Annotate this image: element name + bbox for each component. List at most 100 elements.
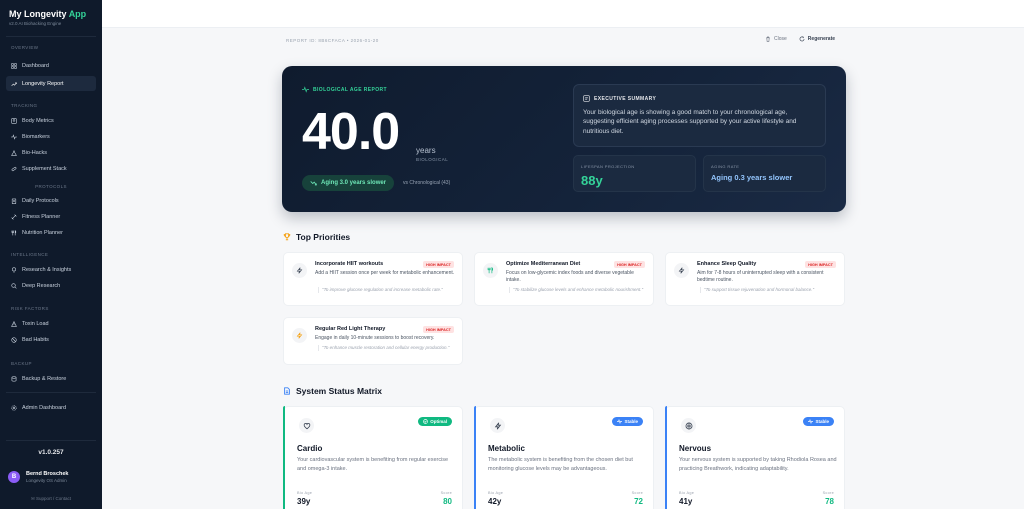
trending-up-icon: [11, 81, 17, 87]
scale-icon: [11, 117, 17, 124]
document-icon: [284, 387, 290, 395]
sidebar-item-label: Biomarkers: [22, 133, 50, 140]
aging-status-badge: Aging 3.0 years slower: [302, 175, 395, 191]
refresh-icon: [799, 36, 805, 42]
grid-icon: [11, 62, 17, 69]
trash-icon: [766, 36, 770, 42]
top-bar: [102, 0, 1024, 28]
user-name: Bernd Broschek: [26, 471, 69, 477]
sidebar-item-label: Supplement Stack: [22, 165, 67, 172]
activity-icon: [617, 419, 623, 424]
executive-summary-text: Your biological age is showing a good ma…: [583, 109, 797, 135]
aging-rate: Aging Rate Aging 0.3 years slower: [703, 155, 826, 192]
avatar: B: [8, 471, 20, 483]
priority-card[interactable]: Enhance Sleep Quality High Impact Aim fo…: [665, 252, 845, 306]
bio-age-label: Bio Age: [297, 491, 313, 495]
sidebar-item-toxin-load[interactable]: Toxin Load: [6, 316, 96, 331]
sidebar-item-label: Deep Research: [22, 282, 61, 289]
sidebar-item-backup-restore[interactable]: Backup & Restore: [6, 371, 96, 386]
sidebar-item-label: Daily Protocols: [22, 197, 59, 204]
priority-card[interactable]: Incorporate HIIT workouts High Impact Ad…: [283, 252, 463, 306]
divider: [6, 440, 96, 441]
sidebar-item-label: Fitness Planner: [22, 213, 61, 220]
sidebar-item-research-insights[interactable]: Research & Insights: [6, 262, 96, 277]
sidebar-item-bio-hacks[interactable]: Bio-Hacks: [6, 145, 96, 160]
sidebar-item-supplement-stack[interactable]: Supplement Stack: [6, 161, 96, 176]
priority-card[interactable]: Regular Red Light Therapy High Impact En…: [283, 317, 463, 365]
ban-icon: [11, 336, 17, 343]
user-profile[interactable]: B Bernd Broschek Longevity OS Admin: [8, 471, 69, 483]
system-name: Cardio: [297, 444, 323, 453]
app-subtitle: v2.0 AI Biohacking Engine: [9, 21, 62, 26]
lightning-icon: [678, 267, 685, 274]
stat-value: Aging 0.3 years slower: [711, 173, 793, 182]
score-value: 80: [443, 497, 452, 506]
priority-description: Focus on low-glycemic index foods and di…: [506, 270, 634, 283]
section-risk-factors: Risk Factors: [11, 306, 49, 311]
database-icon: [11, 375, 17, 382]
score-value: 72: [634, 497, 643, 506]
app-version: v1.0.257: [38, 449, 64, 456]
sidebar-item-nutrition-planner[interactable]: Nutrition Planner: [6, 225, 96, 240]
system-card-nervous[interactable]: Stable Nervous Your nervous system is su…: [665, 406, 845, 509]
sidebar-item-dashboard[interactable]: Dashboard: [6, 58, 96, 73]
lightning-icon: [494, 422, 501, 429]
sidebar-item-daily-protocols[interactable]: Daily Protocols: [6, 193, 96, 208]
priority-rationale: "To enhance muscle restoration and cellu…: [318, 345, 453, 352]
flask-icon: [11, 150, 17, 156]
impact-badge: High Impact: [805, 261, 836, 268]
age-unit: years: [416, 146, 436, 155]
system-card-metabolic[interactable]: Stable Metabolic The metabolic system is…: [474, 406, 654, 509]
priority-title: Incorporate HIIT workouts: [315, 261, 384, 267]
lightbulb-icon: [11, 266, 17, 273]
age-unit-sub: Biological: [416, 157, 449, 162]
priority-card[interactable]: Optimize Mediterranean Diet High Impact …: [474, 252, 654, 306]
score-value: 78: [825, 497, 834, 506]
sidebar-item-longevity-report[interactable]: Longevity Report: [6, 76, 96, 91]
stat-label: Lifespan Projection: [581, 164, 635, 169]
trending-down-icon: [310, 180, 317, 185]
bio-age-value: 39y: [297, 497, 311, 506]
sidebar-item-biomarkers[interactable]: Biomarkers: [6, 129, 96, 144]
executive-summary-title: Executive Summary: [583, 95, 656, 102]
dumbbell-icon: [11, 213, 17, 220]
bio-age-label: Bio Age: [679, 491, 695, 495]
info-icon: [583, 95, 590, 102]
priority-description: Add a HIIT session once per week for met…: [315, 270, 455, 276]
system-description: Your nervous system is supported by taki…: [679, 457, 837, 472]
heart-icon: [303, 422, 310, 429]
sidebar-item-label: Toxin Load: [22, 320, 49, 327]
sidebar-item-label: Bad Habits: [22, 336, 49, 343]
report-id: Report ID: 8B6CFACA • 2026-01-20: [286, 38, 379, 43]
sidebar: My Longevity App v2.0 AI Biohacking Engi…: [0, 0, 102, 509]
close-button[interactable]: Close: [765, 36, 787, 42]
section-intelligence: Intelligence: [11, 252, 49, 257]
sidebar-item-label: Backup & Restore: [22, 375, 67, 382]
hero-tag: Biological Age Report: [302, 86, 387, 93]
impact-badge: High Impact: [423, 326, 454, 333]
system-name: Nervous: [679, 444, 712, 453]
divider: [6, 392, 96, 393]
regenerate-button[interactable]: Regenerate: [799, 36, 835, 42]
stat-label: Aging Rate: [711, 164, 740, 169]
divider: [6, 36, 96, 37]
sidebar-item-admin-dashboard[interactable]: Admin Dashboard: [6, 400, 96, 415]
section-tracking: Tracking: [11, 103, 38, 108]
section-backup: Backup: [11, 361, 32, 366]
system-card-cardio[interactable]: Optimal Cardio Your cardiovascular syste…: [283, 406, 463, 509]
score-label: Score: [440, 491, 452, 495]
sidebar-item-bad-habits[interactable]: Bad Habits: [6, 332, 96, 347]
sidebar-item-deep-research[interactable]: Deep Research: [6, 278, 96, 293]
score-label: Score: [822, 491, 834, 495]
priority-rationale: "To stabilize glucose levels and enhance…: [509, 287, 644, 294]
bio-age-value: 42y: [488, 497, 502, 506]
user-role: Longevity OS Admin: [26, 478, 67, 483]
system-status-heading: System Status Matrix: [283, 386, 382, 396]
sidebar-item-body-metrics[interactable]: Body Metrics: [6, 113, 96, 128]
sidebar-item-label: Research & Insights: [22, 266, 72, 273]
impact-badge: High Impact: [423, 261, 454, 268]
priority-title: Enhance Sleep Quality: [697, 261, 757, 267]
support-link[interactable]: ✉ Support / Contact: [0, 496, 102, 502]
check-circle-icon: [423, 419, 429, 424]
sidebar-item-fitness-planner[interactable]: Fitness Planner: [6, 209, 96, 224]
